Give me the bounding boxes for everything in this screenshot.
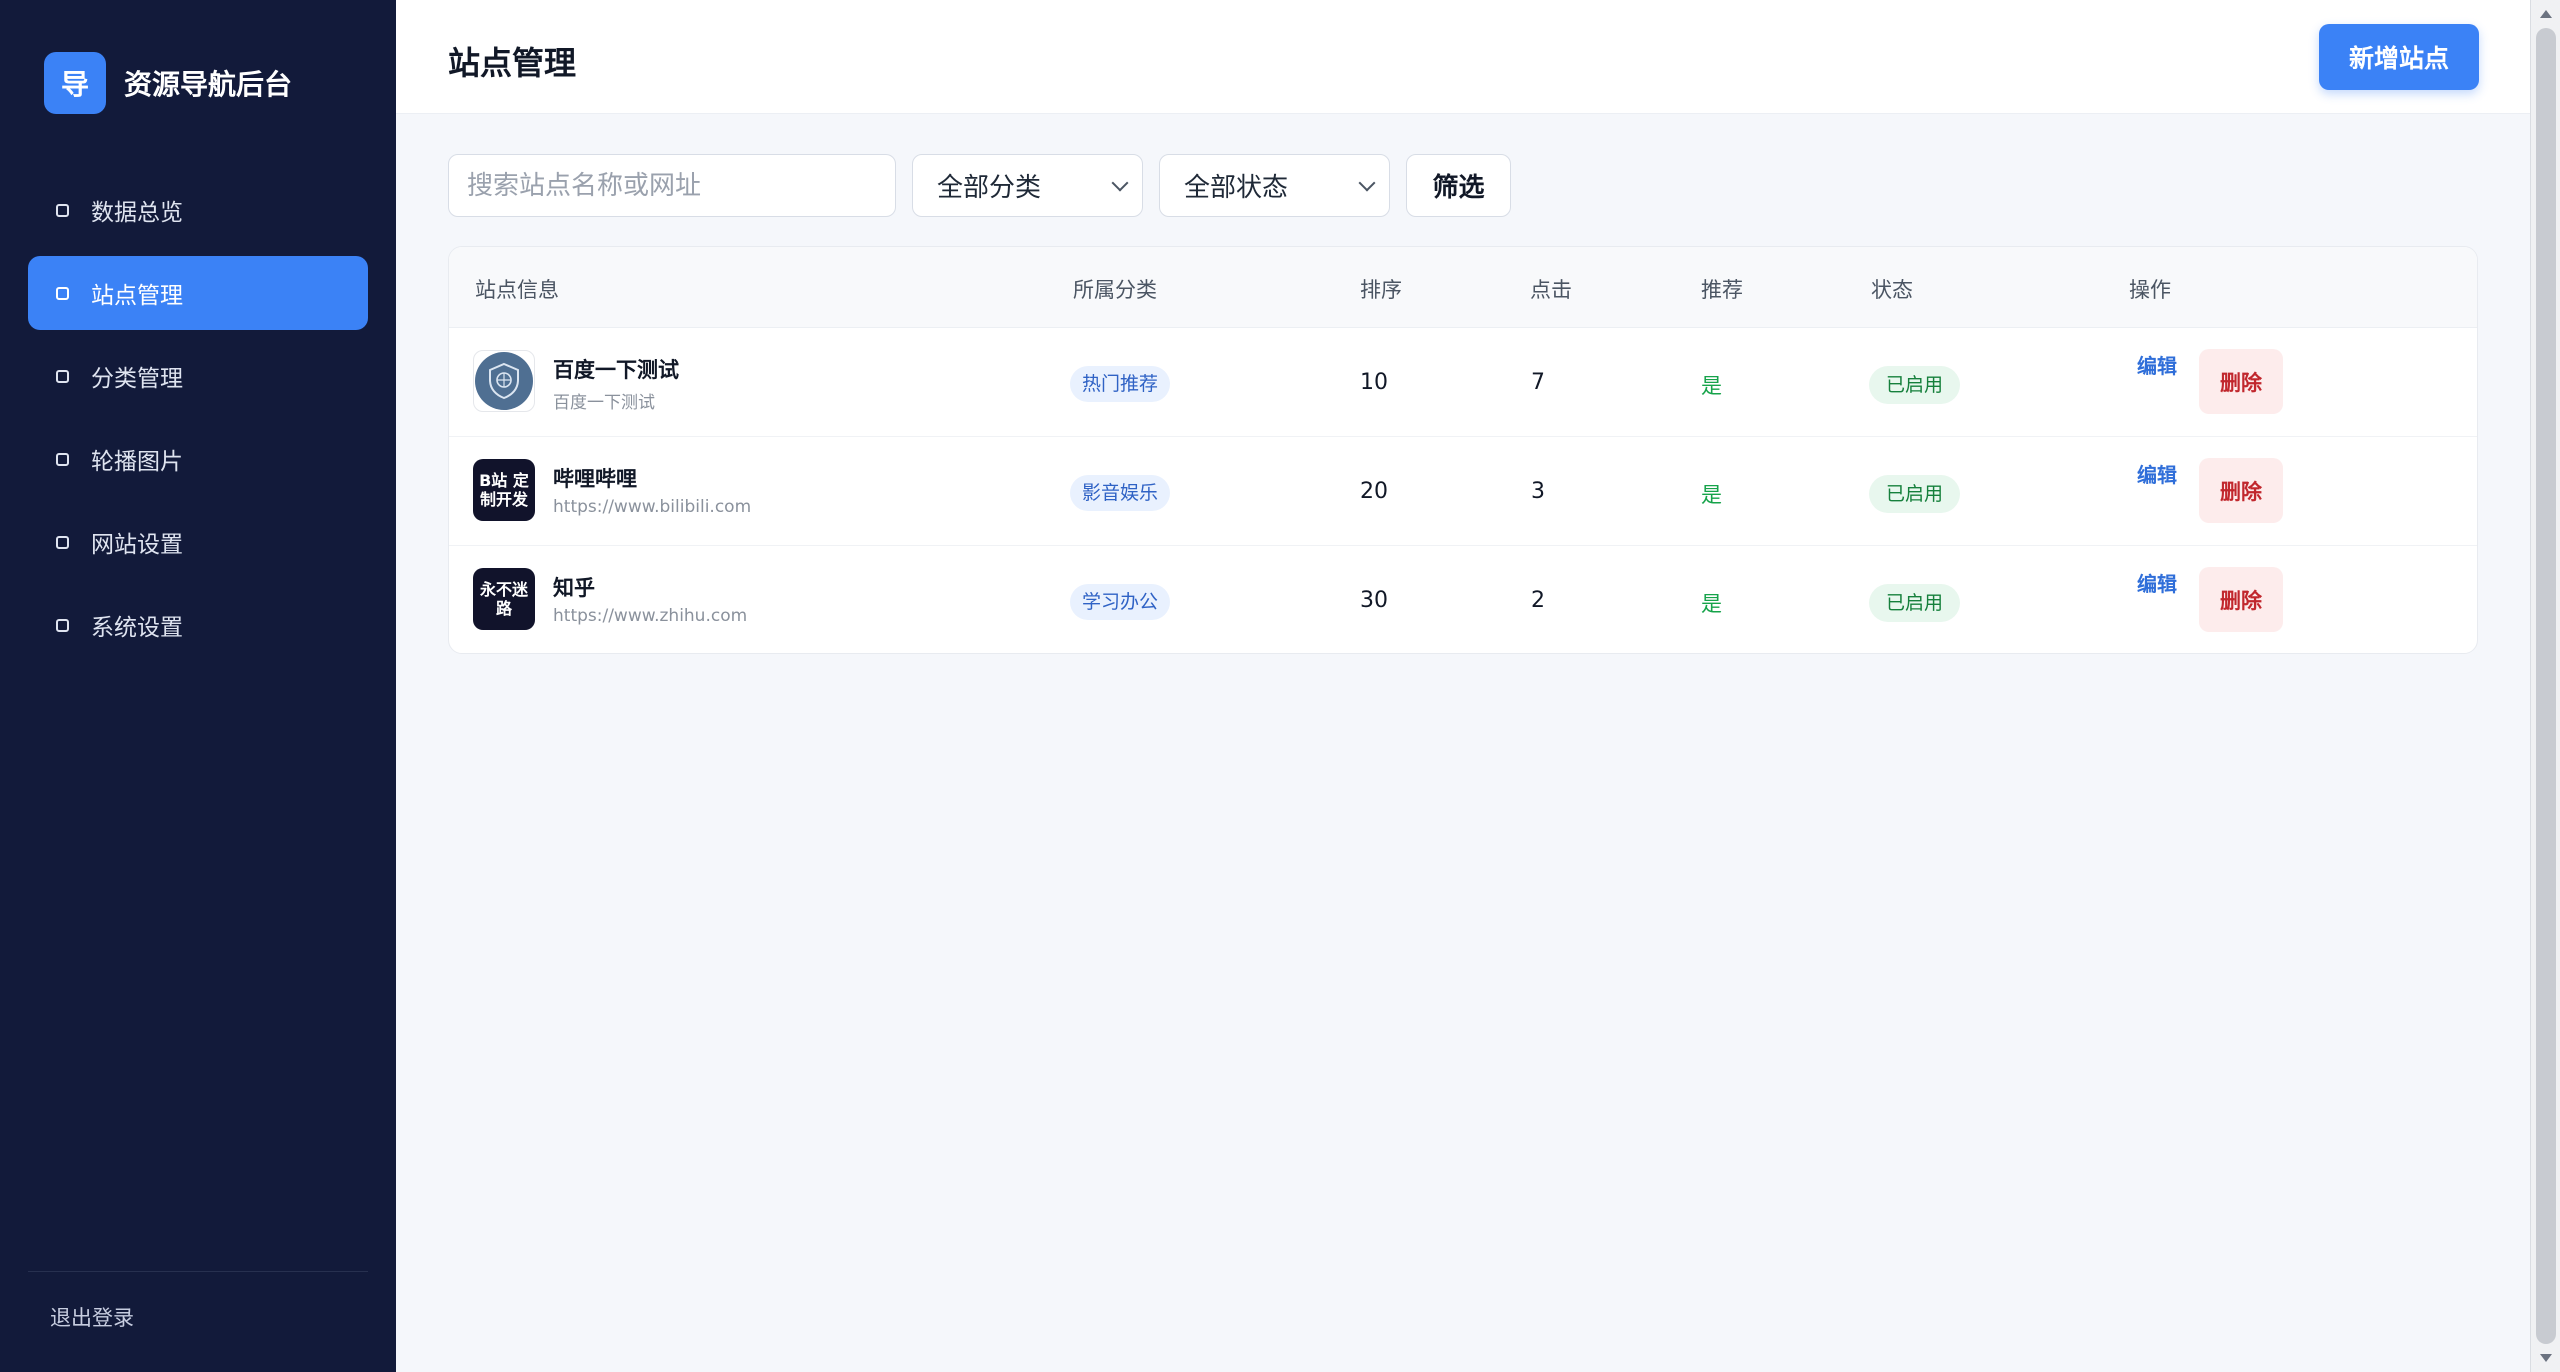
recommended-value: 是 <box>1701 483 1722 507</box>
scroll-down-arrow-icon[interactable] <box>2540 1354 2552 1362</box>
site-url: 百度一下测试 <box>553 393 655 413</box>
vertical-scrollbar[interactable] <box>2530 0 2560 1372</box>
filter-bar: 全部分类 全部状态 筛选 <box>448 154 1511 217</box>
recommended-value: 是 <box>1701 374 1722 398</box>
status-badge: 已启用 <box>1869 584 1961 622</box>
sidebar-item-categories[interactable]: 分类管理 <box>28 339 368 413</box>
recommended-value: 是 <box>1701 592 1722 616</box>
edit-button[interactable]: 编辑 <box>2137 568 2177 597</box>
sidebar-item-label: 分类管理 <box>91 366 183 392</box>
logout-link[interactable]: 退出登录 <box>50 1302 134 1332</box>
page-title: 站点管理 <box>448 44 577 82</box>
chevron-down-icon <box>1111 174 1129 191</box>
click-count: 7 <box>1531 370 1545 395</box>
square-bullet-icon <box>56 452 69 466</box>
column-header: 排序 <box>1360 278 1402 302</box>
scrollbar-thumb[interactable] <box>2536 28 2556 1344</box>
square-bullet-icon <box>56 203 69 217</box>
site-url: https://www.bilibili.com <box>553 497 752 517</box>
zhihu-logo-icon: 永不迷路 <box>473 568 535 630</box>
edit-button[interactable]: 编辑 <box>2137 459 2177 488</box>
status-select-value: 全部状态 <box>1184 173 1289 203</box>
table-row: 百度一下测试 百度一下测试 热门推荐 10 7 是 已启用 编辑 删除 <box>449 328 2477 437</box>
sidebar-item-label: 站点管理 <box>91 283 183 309</box>
add-site-button[interactable]: 新增站点 <box>2319 24 2479 90</box>
table-header: 站点信息 所属分类 排序 点击 推荐 状态 操作 <box>449 247 2477 328</box>
delete-button[interactable]: 删除 <box>2199 567 2283 632</box>
search-input[interactable] <box>448 154 896 217</box>
chevron-down-icon <box>1358 174 1376 191</box>
sort-order: 30 <box>1360 588 1388 613</box>
sort-order: 20 <box>1360 479 1388 504</box>
column-header: 操作 <box>2129 278 2171 302</box>
sidebar-item-label: 网站设置 <box>91 532 183 558</box>
sidebar-item-label: 数据总览 <box>91 200 183 226</box>
filter-button[interactable]: 筛选 <box>1406 154 1511 217</box>
app-window: 导 资源导航后台 数据总览 站点管理 分类管理 轮播图片 网站设置 系统设置 退… <box>0 0 2560 1372</box>
table-row: B站 定制开发 哔哩哔哩 https://www.bilibili.com 影音… <box>449 437 2477 546</box>
category-select-value: 全部分类 <box>937 173 1042 203</box>
column-header: 状态 <box>1871 278 1913 302</box>
edit-button[interactable]: 编辑 <box>2137 350 2177 379</box>
table-row: 永不迷路 知乎 https://www.zhihu.com 学习办公 30 2 … <box>449 546 2477 653</box>
site-name: 百度一下测试 <box>553 358 679 382</box>
sidebar: 导 资源导航后台 数据总览 站点管理 分类管理 轮播图片 网站设置 系统设置 退… <box>0 0 396 1372</box>
sidebar-nav: 数据总览 站点管理 分类管理 轮播图片 网站设置 系统设置 <box>28 173 368 671</box>
category-select[interactable]: 全部分类 <box>912 154 1143 217</box>
sidebar-item-label: 系统设置 <box>91 615 183 641</box>
sidebar-item-system-settings[interactable]: 系统设置 <box>28 588 368 662</box>
sites-table: 站点信息 所属分类 排序 点击 推荐 状态 操作 百度一下测试 百度一下测试 热… <box>448 246 2478 654</box>
main-content: 站点管理 新增站点 全部分类 全部状态 筛选 站点信息 所属分类 排序 点击 推… <box>396 0 2560 1372</box>
site-name: 知乎 <box>553 576 595 600</box>
category-tag: 影音娱乐 <box>1070 475 1171 511</box>
square-bullet-icon <box>56 369 69 383</box>
sort-order: 10 <box>1360 370 1388 395</box>
status-badge: 已启用 <box>1869 366 1961 404</box>
delete-button[interactable]: 删除 <box>2199 349 2283 414</box>
status-select[interactable]: 全部状态 <box>1159 154 1390 217</box>
square-bullet-icon <box>56 286 69 300</box>
column-header: 站点信息 <box>475 278 559 302</box>
sidebar-item-label: 轮播图片 <box>91 449 183 475</box>
square-bullet-icon <box>56 618 69 632</box>
category-tag: 学习办公 <box>1070 584 1171 620</box>
click-count: 3 <box>1531 479 1545 504</box>
sidebar-item-sites[interactable]: 站点管理 <box>28 256 368 330</box>
scroll-up-arrow-icon[interactable] <box>2540 10 2552 18</box>
sidebar-item-site-settings[interactable]: 网站设置 <box>28 505 368 579</box>
brand: 导 资源导航后台 <box>44 52 292 114</box>
column-header: 推荐 <box>1701 278 1743 302</box>
square-bullet-icon <box>56 535 69 549</box>
site-name: 哔哩哔哩 <box>553 467 637 491</box>
click-count: 2 <box>1531 588 1545 613</box>
sidebar-divider <box>28 1271 368 1272</box>
shield-logo-icon <box>473 350 535 412</box>
site-url: https://www.zhihu.com <box>553 606 748 626</box>
bilibili-logo-icon: B站 定制开发 <box>473 459 535 521</box>
status-badge: 已启用 <box>1869 475 1961 513</box>
category-tag: 热门推荐 <box>1070 366 1171 402</box>
sidebar-item-overview[interactable]: 数据总览 <box>28 173 368 247</box>
brand-logo-icon: 导 <box>44 52 106 114</box>
sidebar-item-carousel[interactable]: 轮播图片 <box>28 422 368 496</box>
delete-button[interactable]: 删除 <box>2199 458 2283 523</box>
column-header: 点击 <box>1530 278 1572 302</box>
brand-name: 资源导航后台 <box>124 68 293 101</box>
column-header: 所属分类 <box>1073 278 1157 302</box>
topbar: 站点管理 新增站点 <box>396 0 2530 114</box>
